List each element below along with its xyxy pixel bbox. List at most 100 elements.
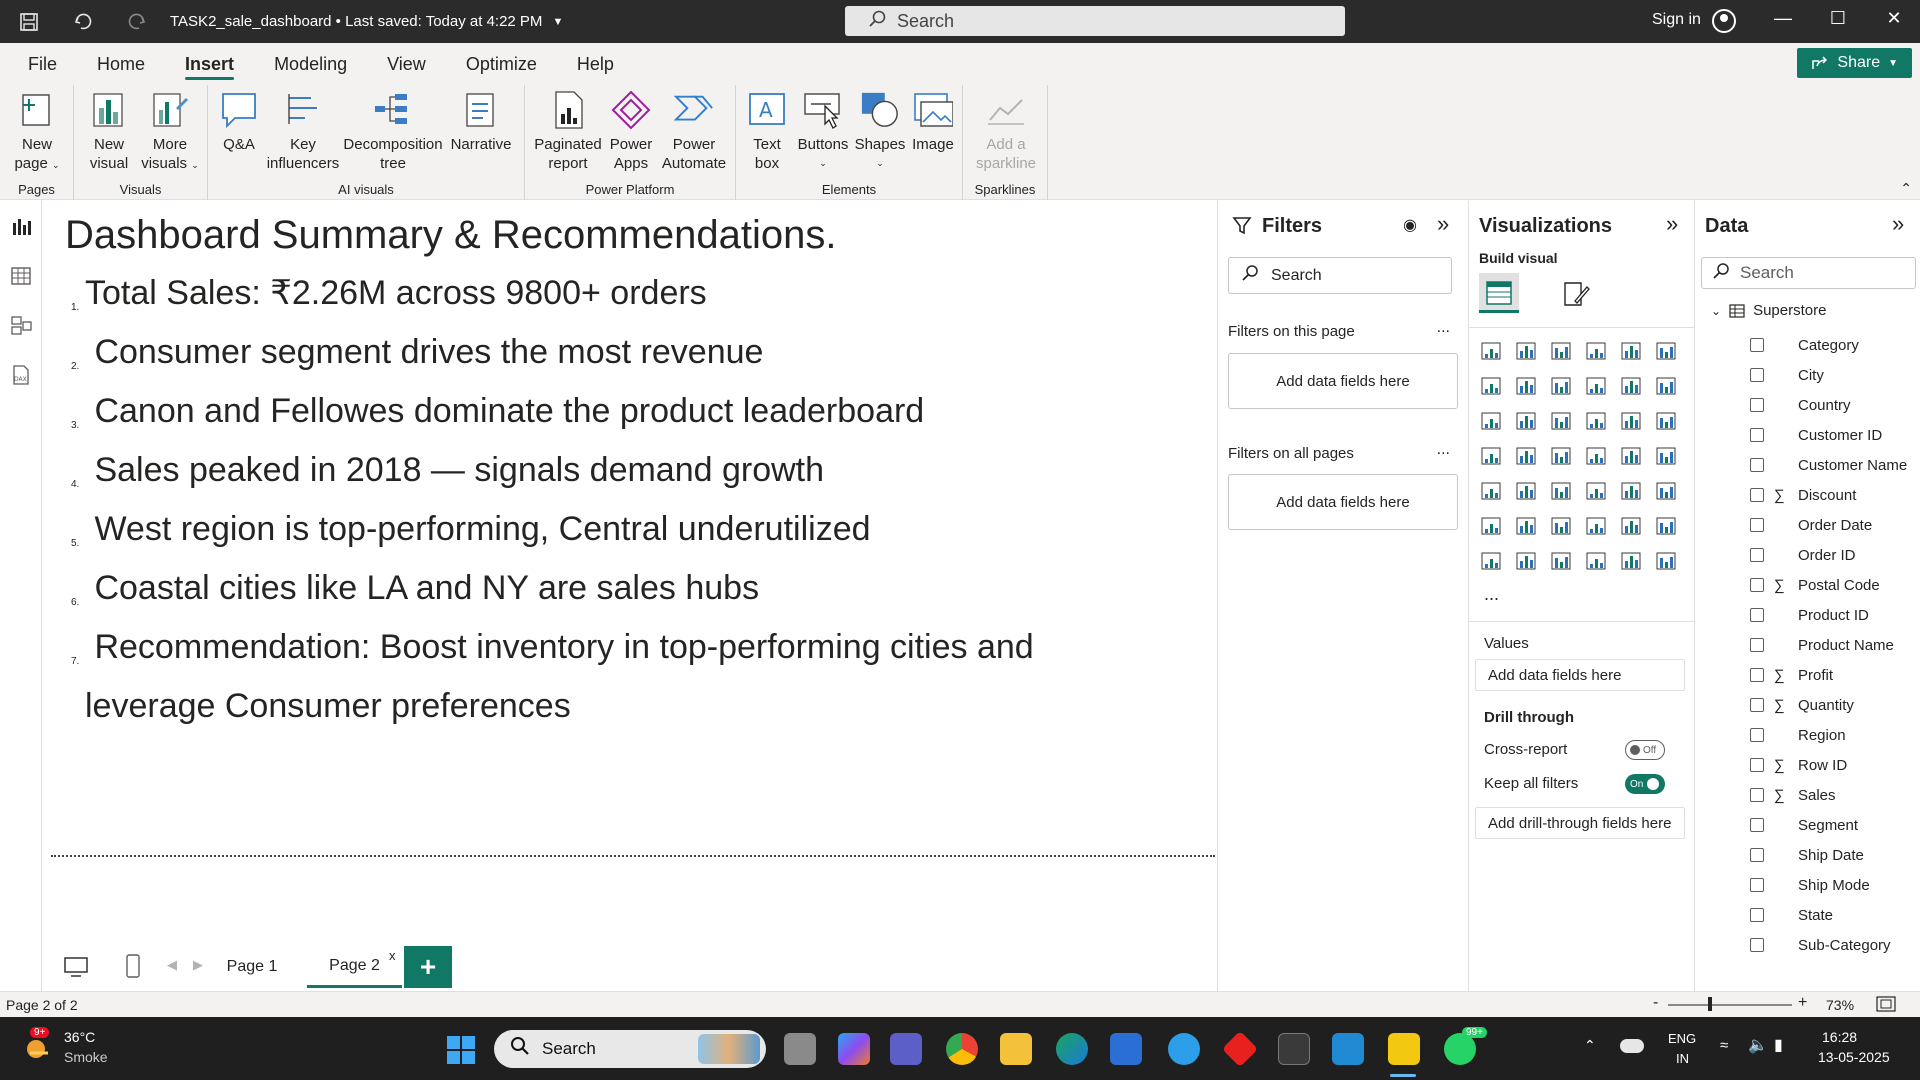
line-column-icon[interactable]: [1620, 375, 1642, 397]
eye-icon[interactable]: ◉: [1403, 215, 1417, 235]
line-clustered-icon[interactable]: [1655, 375, 1677, 397]
collapse-ribbon-icon[interactable]: ⌃: [1900, 180, 1912, 197]
arcgis-icon[interactable]: [1585, 550, 1607, 572]
field-row[interactable]: Product Name: [1750, 635, 1894, 655]
100-area-icon[interactable]: [1585, 375, 1607, 397]
page-tab-1[interactable]: Page 1: [213, 946, 291, 988]
kpi-icon[interactable]: [1515, 480, 1537, 502]
fit-to-page-icon[interactable]: [1876, 996, 1896, 1015]
field-checkbox[interactable]: [1750, 878, 1764, 892]
gauge-icon[interactable]: [1620, 445, 1642, 467]
collapse-pane-icon[interactable]: »: [1437, 211, 1449, 237]
field-checkbox[interactable]: [1750, 518, 1764, 532]
filters-page-drop-zone[interactable]: Add data fields here: [1228, 353, 1458, 409]
donut-icon[interactable]: [1655, 410, 1677, 432]
new-page-button[interactable]: New page ⌄: [8, 89, 66, 175]
field-checkbox[interactable]: [1750, 578, 1764, 592]
field-row[interactable]: ∑ Postal Code: [1750, 575, 1880, 595]
account-icon[interactable]: [1712, 9, 1736, 33]
anydesk-icon[interactable]: [1221, 1030, 1259, 1068]
field-checkbox[interactable]: [1750, 548, 1764, 562]
redo-icon[interactable]: [126, 11, 148, 33]
python-visual-icon[interactable]: [1480, 515, 1502, 537]
filters-all-pages-drop-zone[interactable]: Add data fields here: [1228, 474, 1458, 530]
100-column-icon[interactable]: [1655, 340, 1677, 362]
decomposition-tree-icon[interactable]: [1550, 515, 1572, 537]
menu-modeling[interactable]: Modeling: [254, 43, 367, 85]
more-visuals-button[interactable]: More visuals ⌄: [138, 89, 202, 175]
azure-map-icon[interactable]: [1585, 445, 1607, 467]
field-row[interactable]: Ship Date: [1750, 845, 1864, 865]
undo-icon[interactable]: [72, 11, 94, 33]
paginated-report-button[interactable]: Paginated report: [532, 89, 604, 173]
card-new-icon[interactable]: [1515, 550, 1537, 572]
language-2[interactable]: IN: [1676, 1051, 1689, 1066]
slicer-new-icon[interactable]: [1550, 550, 1572, 572]
data-search-input[interactable]: Search: [1701, 257, 1916, 289]
multirow-card-icon[interactable]: [1480, 480, 1502, 502]
vscode-icon[interactable]: [1332, 1033, 1364, 1065]
field-checkbox[interactable]: [1750, 698, 1764, 712]
menu-file[interactable]: File: [0, 43, 77, 85]
zoom-slider-thumb[interactable]: [1708, 997, 1712, 1011]
field-checkbox[interactable]: [1750, 908, 1764, 922]
keep-all-filters-toggle[interactable]: On: [1625, 774, 1665, 794]
pie-chart-icon[interactable]: [1620, 410, 1642, 432]
scroll-right-icon[interactable]: ▶: [193, 957, 203, 973]
funnel-icon[interactable]: [1550, 410, 1572, 432]
field-row[interactable]: Customer ID: [1750, 425, 1882, 445]
summary-list[interactable]: 1. Total Sales: ₹2.26M across 9800+ order…: [71, 271, 1171, 729]
sign-in-link[interactable]: Sign in: [1652, 11, 1701, 29]
field-row[interactable]: Product ID: [1750, 605, 1869, 625]
power-bi-icon[interactable]: [1388, 1033, 1420, 1065]
field-checkbox[interactable]: [1750, 848, 1764, 862]
page-tab-2[interactable]: Page 2: [307, 946, 402, 988]
field-row[interactable]: Segment: [1750, 815, 1858, 835]
share-button[interactable]: Share ▼: [1797, 48, 1912, 78]
clock-date[interactable]: 13-05-2025: [1818, 1049, 1890, 1065]
field-checkbox[interactable]: [1750, 488, 1764, 502]
field-row[interactable]: Ship Mode: [1750, 875, 1870, 895]
field-row[interactable]: Category: [1750, 335, 1859, 355]
decomposition-tree-button[interactable]: Decomposition tree: [342, 89, 444, 173]
minimize-icon[interactable]: —: [1768, 8, 1798, 29]
document-title[interactable]: TASK2_sale_dashboard • Last saved: Today…: [170, 13, 542, 30]
power-apps-icon[interactable]: [1620, 550, 1642, 572]
language-1[interactable]: ENG: [1668, 1031, 1696, 1046]
field-checkbox[interactable]: [1750, 938, 1764, 952]
mobile-layout-icon[interactable]: [125, 954, 141, 983]
field-row[interactable]: Sub-Category: [1750, 935, 1891, 955]
100-bar-icon[interactable]: [1620, 340, 1642, 362]
volume-icon[interactable]: 🔈: [1748, 1035, 1768, 1055]
file-explorer-icon[interactable]: [1000, 1033, 1032, 1065]
qa-icon[interactable]: [1585, 515, 1607, 537]
narrative-button[interactable]: Narrative: [446, 89, 516, 154]
field-checkbox[interactable]: [1750, 728, 1764, 742]
slicer-icon[interactable]: [1550, 480, 1572, 502]
chrome-icon[interactable]: [946, 1033, 978, 1065]
close-page-icon[interactable]: x: [389, 948, 396, 963]
add-page-button[interactable]: +: [404, 946, 452, 988]
menu-insert[interactable]: Insert: [165, 43, 254, 85]
map-icon[interactable]: [1515, 445, 1537, 467]
zoom-in-button[interactable]: +: [1798, 994, 1807, 1012]
power-automate-icon[interactable]: [1655, 550, 1677, 572]
drill-through-drop-zone[interactable]: Add drill-through fields here: [1475, 807, 1685, 839]
edge-icon[interactable]: [1056, 1033, 1088, 1065]
field-checkbox[interactable]: [1750, 638, 1764, 652]
text-box-button[interactable]: A Text box: [742, 89, 792, 173]
clustered-column-icon[interactable]: [1585, 340, 1607, 362]
wifi-icon[interactable]: ≈: [1720, 1037, 1728, 1054]
battery-icon[interactable]: ▮: [1774, 1035, 1783, 1055]
teams-icon[interactable]: [890, 1033, 922, 1065]
field-row[interactable]: ∑ Discount: [1750, 485, 1856, 505]
card-icon[interactable]: [1655, 445, 1677, 467]
field-row[interactable]: Customer Name: [1750, 455, 1907, 475]
field-row[interactable]: State: [1750, 905, 1833, 925]
table-view-icon[interactable]: [10, 265, 32, 287]
collapse-pane-icon[interactable]: »: [1666, 211, 1678, 237]
filled-map-icon[interactable]: [1550, 445, 1572, 467]
narrative-icon[interactable]: [1620, 515, 1642, 537]
field-row[interactable]: ∑ Row ID: [1750, 755, 1847, 775]
power-automate-button[interactable]: Power Automate: [658, 89, 730, 173]
